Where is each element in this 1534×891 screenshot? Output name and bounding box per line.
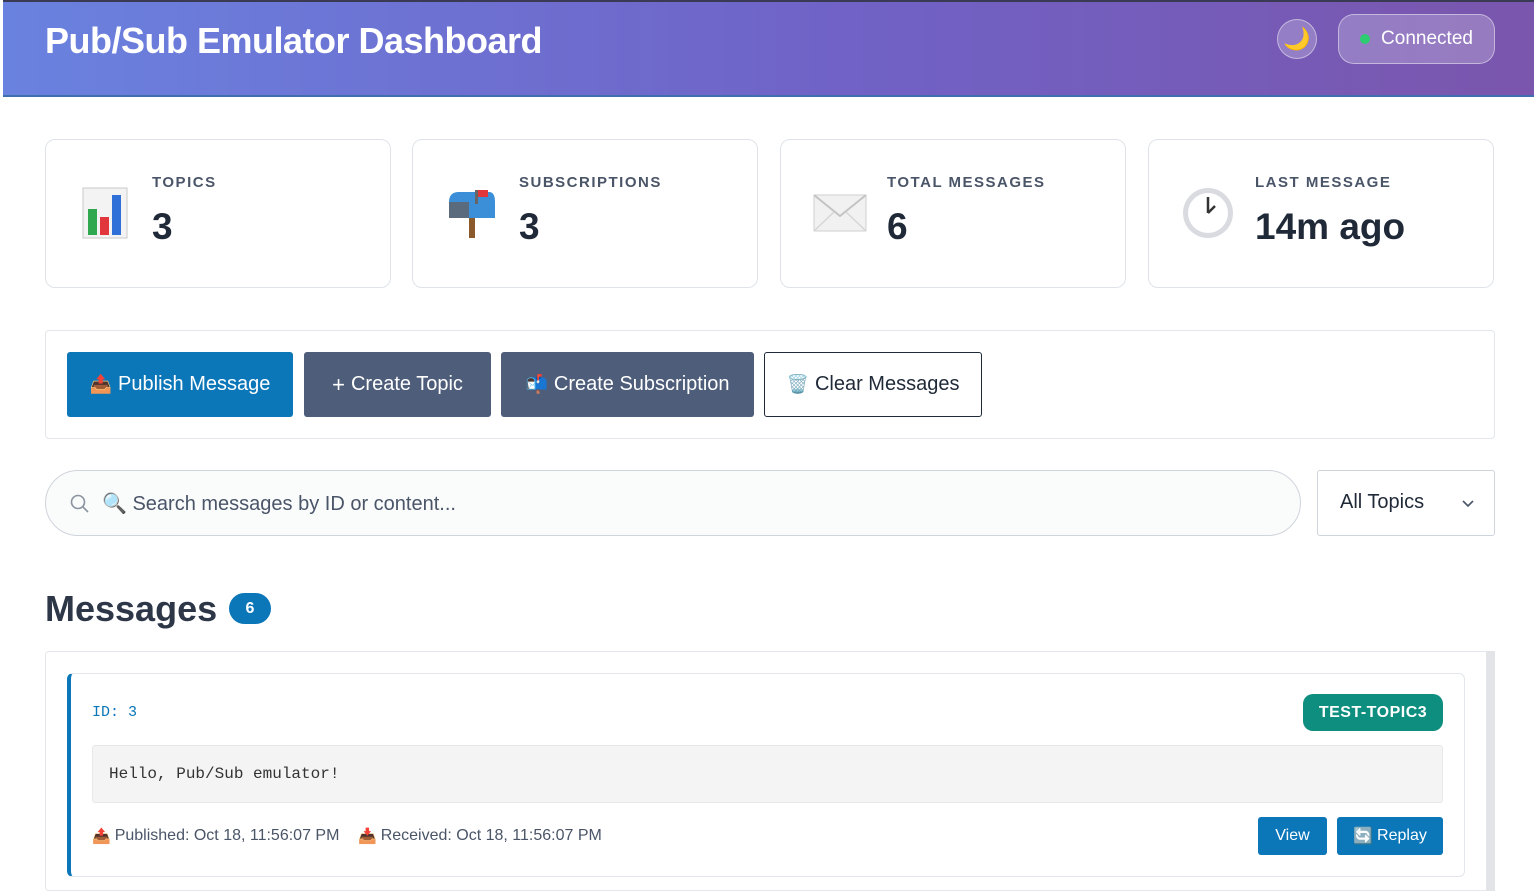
moon-icon: 🌙: [1283, 26, 1311, 51]
create-subscription-button[interactable]: 📬 Create Subscription: [501, 352, 754, 417]
replay-button[interactable]: 🔄 Replay: [1337, 817, 1443, 855]
messages-heading: Messages: [45, 588, 218, 629]
received-time-text: Received: Oct 18, 11:56:07 PM: [380, 827, 602, 844]
status-dot-icon: [1360, 34, 1371, 44]
topic-filter-select[interactable]: All Topics: [1317, 470, 1495, 536]
stat-label: TOPICS: [152, 174, 217, 191]
publish-message-button[interactable]: 📤 Publish Message: [67, 352, 293, 417]
button-label: Publish Message: [118, 373, 271, 395]
replay-icon: 🔄: [1353, 828, 1374, 845]
view-button[interactable]: View: [1258, 817, 1327, 855]
button-label: Create Topic: [350, 373, 463, 395]
chevron-down-icon: [1462, 500, 1474, 508]
search-icon: [70, 494, 89, 513]
trash-icon: 🗑️: [786, 374, 809, 394]
theme-toggle-button[interactable]: 🌙: [1277, 19, 1317, 59]
create-topic-button[interactable]: + Create Topic: [304, 352, 491, 417]
button-label: Replay: [1377, 827, 1427, 844]
published-time-text: Published: Oct 18, 11:56:07 PM: [114, 827, 340, 844]
published-time: 📤 Published: Oct 18, 11:56:07 PM: [92, 827, 339, 845]
outbox-tray-icon: 📤: [89, 374, 113, 394]
bar-chart-icon: [76, 184, 134, 242]
button-label: Create Subscription: [553, 373, 730, 395]
outbox-tray-icon: 📤: [92, 828, 111, 845]
message-body-text: Hello, Pub/Sub emulator!: [109, 765, 340, 783]
connection-status-badge: Connected: [1338, 14, 1495, 64]
stat-value: 3: [152, 206, 173, 247]
message-card: ID: 3 TEST-TOPIC3 Hello, Pub/Sub emulato…: [67, 673, 1465, 877]
messages-scrollbar[interactable]: [1486, 651, 1495, 891]
stat-card-last-message: LAST MESSAGE 14m ago: [1148, 139, 1494, 288]
message-body: Hello, Pub/Sub emulator!: [92, 745, 1443, 803]
message-id: ID: 3: [92, 704, 138, 721]
stat-label: LAST MESSAGE: [1255, 174, 1392, 191]
actions-panel: 📤 Publish Message + Create Topic 📬 Creat…: [45, 330, 1495, 439]
stat-card-topics: TOPICS 3: [45, 139, 391, 288]
stat-card-total-messages: TOTAL MESSAGES 6: [780, 139, 1126, 288]
stat-value: 14m ago: [1255, 206, 1406, 247]
stat-value: 6: [887, 206, 908, 247]
stat-label: SUBSCRIPTIONS: [519, 174, 662, 191]
search-box: [45, 470, 1301, 536]
stat-label: TOTAL MESSAGES: [887, 174, 1046, 191]
clear-messages-button[interactable]: 🗑️ Clear Messages: [764, 352, 982, 417]
stat-value: 3: [519, 206, 540, 247]
inbox-tray-icon: 📥: [358, 828, 377, 845]
mailbox-icon: 📬: [525, 374, 548, 394]
envelope-icon: [811, 184, 869, 242]
stat-card-subscriptions: SUBSCRIPTIONS 3: [412, 139, 758, 288]
topic-filter-value: All Topics: [1340, 491, 1425, 513]
page-title: Pub/Sub Emulator Dashboard: [45, 20, 543, 61]
received-time: 📥 Received: Oct 18, 11:56:07 PM: [358, 827, 602, 845]
topic-badge[interactable]: TEST-TOPIC3: [1303, 694, 1443, 731]
mailbox-icon: [443, 184, 501, 242]
search-input[interactable]: [102, 485, 1252, 523]
connection-status-label: Connected: [1381, 28, 1473, 49]
clock-icon: [1179, 184, 1237, 242]
app-header: Pub/Sub Emulator Dashboard 🌙 Connected: [3, 0, 1534, 97]
plus-icon: +: [332, 371, 345, 397]
button-label: Clear Messages: [814, 373, 960, 395]
messages-count-badge: 6: [229, 593, 271, 624]
